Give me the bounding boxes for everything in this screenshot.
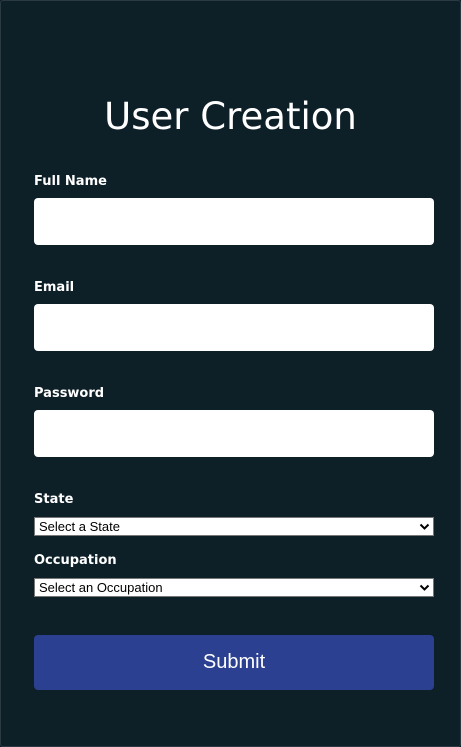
state-select[interactable]: Select a State <box>34 517 434 536</box>
state-label: State <box>34 492 74 507</box>
chevron-down-icon <box>419 523 430 530</box>
email-field[interactable] <box>34 304 434 351</box>
password-label: Password <box>34 386 105 401</box>
password-field[interactable] <box>34 410 434 457</box>
full-name-label: Full Name <box>34 174 107 189</box>
full-name-field[interactable] <box>34 198 434 245</box>
occupation-select-value: Select an Occupation <box>39 580 163 595</box>
occupation-select[interactable]: Select an Occupation <box>34 578 434 597</box>
submit-button[interactable]: Submit <box>34 635 434 690</box>
page-title: User Creation <box>104 95 357 138</box>
occupation-label: Occupation <box>34 553 117 568</box>
state-select-value: Select a State <box>39 519 120 534</box>
email-label: Email <box>34 280 75 295</box>
user-creation-form: User Creation Full Name Email Password S… <box>0 0 461 747</box>
chevron-down-icon <box>419 584 430 591</box>
